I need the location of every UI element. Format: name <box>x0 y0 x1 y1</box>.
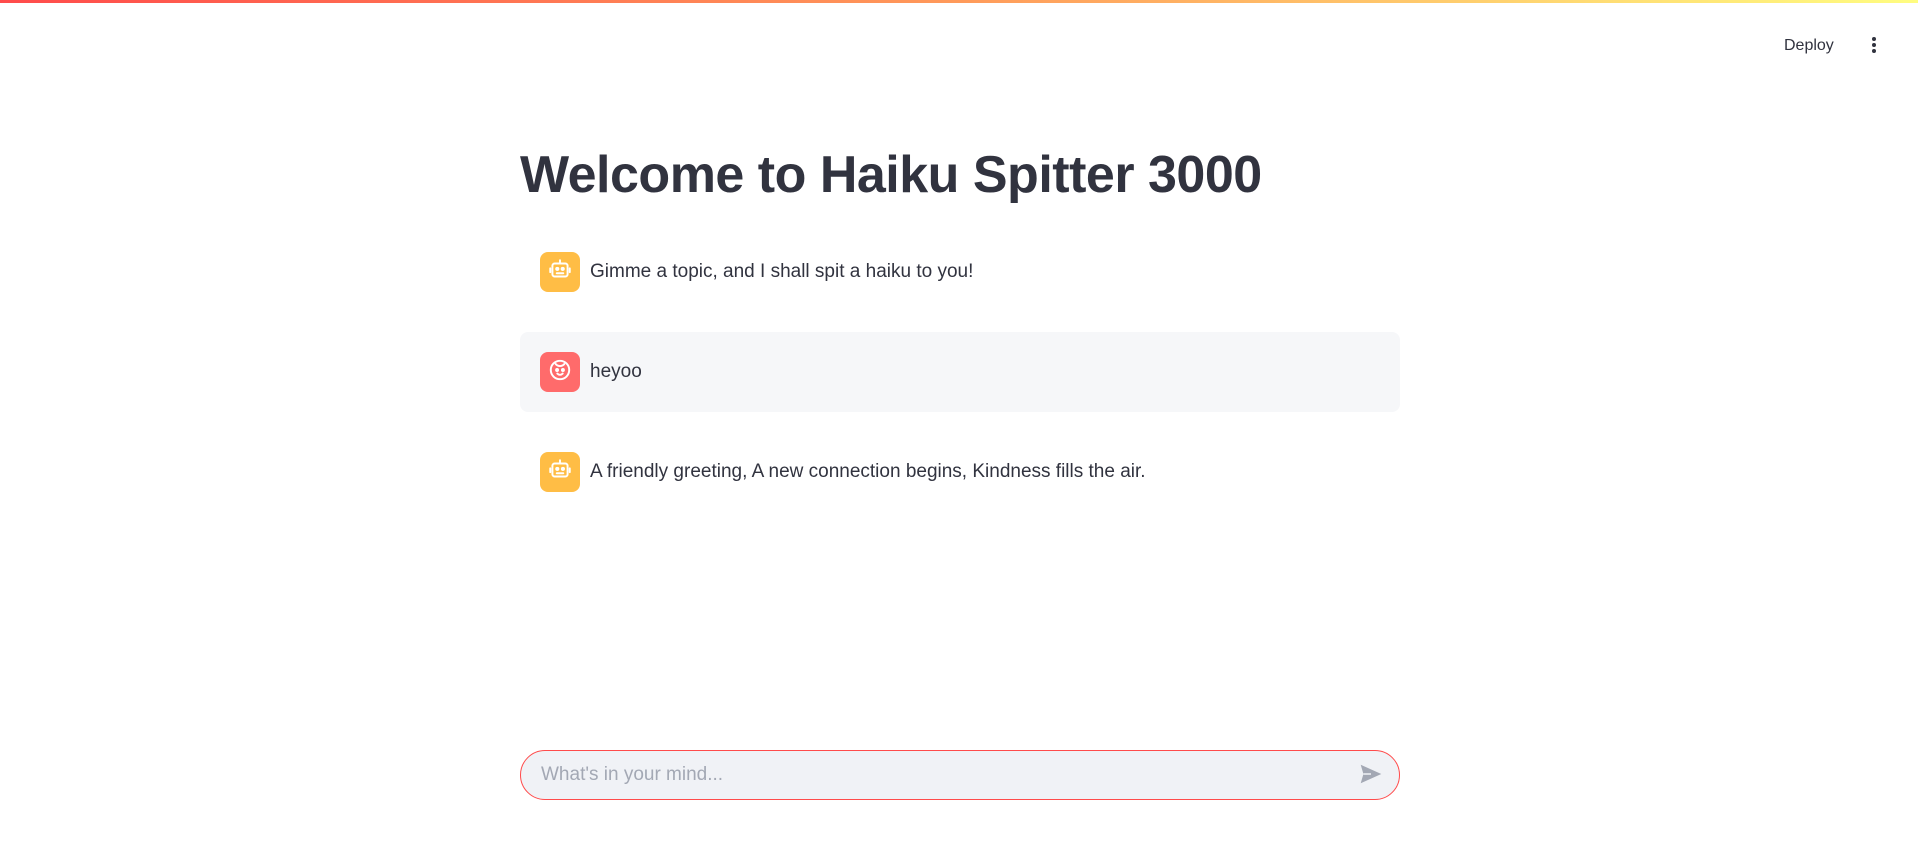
send-arrow-icon <box>1358 761 1384 790</box>
message-text: heyoo <box>590 361 642 382</box>
assistant-avatar <box>540 252 580 292</box>
chat-input-container <box>520 750 1400 800</box>
app-header: Deploy <box>0 0 1918 92</box>
deploy-button[interactable]: Deploy <box>1772 30 1846 62</box>
chat-message-assistant: Gimme a topic, and I shall spit a haiku … <box>520 232 1400 312</box>
message-text: A friendly greeting, A new connection be… <box>590 461 1146 482</box>
page-title: Welcome to Haiku Spitter 3000 <box>520 146 1262 204</box>
user-avatar <box>540 352 580 392</box>
send-button[interactable] <box>1349 753 1393 797</box>
robot-icon <box>547 257 573 288</box>
chat-message-assistant: A friendly greeting, A new connection be… <box>520 432 1400 512</box>
chat-input[interactable] <box>521 751 1349 799</box>
message-text: Gimme a topic, and I shall spit a haiku … <box>590 261 974 282</box>
main-menu-button[interactable] <box>1858 30 1890 62</box>
chat-message-user: heyoo <box>520 332 1400 412</box>
smiley-face-icon <box>547 357 573 388</box>
vertical-ellipsis-icon <box>1864 35 1884 58</box>
assistant-avatar <box>540 452 580 492</box>
robot-icon <box>547 457 573 488</box>
